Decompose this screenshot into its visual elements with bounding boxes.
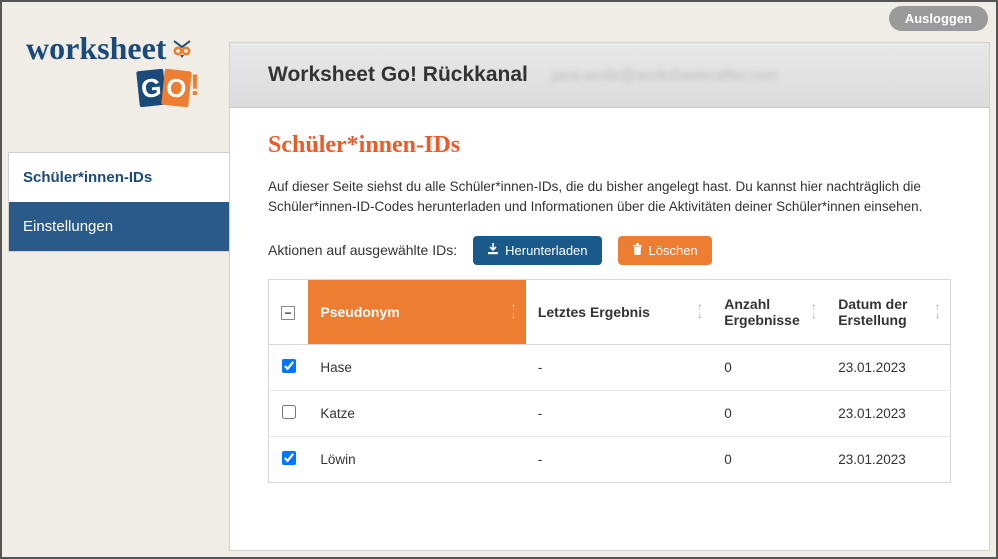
sidebar-item-student-ids[interactable]: Schüler*innen-IDs (9, 153, 229, 202)
row-checkbox[interactable] (282, 405, 296, 419)
logo-exclamation: ! (190, 69, 200, 103)
sidebar-item-settings[interactable]: Einstellungen (9, 202, 229, 251)
header-checkbox-cell: − (269, 279, 309, 344)
select-all-checkbox[interactable]: − (281, 306, 295, 320)
download-icon (487, 243, 499, 258)
logo-go-badge: G O ! (138, 65, 200, 111)
sort-icon: ↑↓ (811, 304, 816, 320)
column-label: Anzahl Ergebnisse (724, 296, 799, 328)
cell-pseudonym: Löwin (308, 436, 525, 482)
students-table: − Pseudonym ↑↓ Letztes Ergebnis ↑↓ Anzah… (268, 279, 951, 483)
download-button[interactable]: Herunterladen (473, 236, 601, 265)
column-label: Datum der Erstellung (838, 296, 907, 328)
cell-created: 23.01.2023 (826, 344, 950, 390)
column-result-count[interactable]: Anzahl Ergebnisse ↑↓ (712, 279, 826, 344)
cell-created: 23.01.2023 (826, 436, 950, 482)
logout-button[interactable]: Ausloggen (889, 6, 988, 31)
cell-last-result: - (526, 436, 712, 482)
logo-word: worksheet (26, 30, 166, 67)
cell-pseudonym: Katze (308, 390, 525, 436)
cell-result-count: 0 (712, 390, 826, 436)
cell-last-result: - (526, 344, 712, 390)
actions-row: Aktionen auf ausgewählte IDs: Herunterla… (268, 236, 951, 265)
sidebar: Schüler*innen-IDs Einstellungen (8, 152, 230, 252)
row-checkbox[interactable] (282, 451, 296, 465)
row-checkbox-cell (269, 344, 309, 390)
delete-button[interactable]: Löschen (618, 236, 712, 265)
owl-icon (168, 32, 196, 54)
cell-result-count: 0 (712, 344, 826, 390)
column-last-result[interactable]: Letztes Ergebnis ↑↓ (526, 279, 712, 344)
row-checkbox-cell (269, 436, 309, 482)
column-pseudonym[interactable]: Pseudonym ↑↓ (308, 279, 525, 344)
sidebar-item-label: Einstellungen (23, 218, 113, 235)
table-row: Hase-023.01.2023 (269, 344, 951, 390)
content-area: Schüler*innen-IDs Auf dieser Seite siehs… (230, 108, 989, 503)
sidebar-item-label: Schüler*innen-IDs (23, 169, 152, 186)
page-title: Schüler*innen-IDs (268, 132, 951, 159)
cell-created: 23.01.2023 (826, 390, 950, 436)
download-label: Herunterladen (505, 243, 587, 258)
cell-last-result: - (526, 390, 712, 436)
column-created[interactable]: Datum der Erstellung ↑↓ (826, 279, 950, 344)
row-checkbox[interactable] (282, 359, 296, 373)
header-title: Worksheet Go! Rückkanal (268, 63, 528, 87)
logo-o: O (161, 69, 191, 108)
sort-icon: ↑↓ (935, 304, 940, 320)
row-checkbox-cell (269, 390, 309, 436)
main-panel: Worksheet Go! Rückkanal jana.wode@worksh… (229, 42, 990, 551)
header-email: jana.wode@worksheetcrafter.com (552, 67, 778, 84)
table-row: Löwin-023.01.2023 (269, 436, 951, 482)
sort-icon: ↑↓ (697, 304, 702, 320)
cell-result-count: 0 (712, 436, 826, 482)
trash-icon (632, 243, 643, 258)
logo: worksheet G O ! (26, 30, 211, 111)
header-bar: Worksheet Go! Rückkanal jana.wode@worksh… (230, 43, 989, 108)
sort-icon: ↑↓ (511, 304, 516, 320)
actions-label: Aktionen auf ausgewählte IDs: (268, 242, 457, 258)
table-row: Katze-023.01.2023 (269, 390, 951, 436)
column-label: Pseudonym (320, 304, 399, 320)
page-description: Auf dieser Seite siehst du alle Schüler*… (268, 177, 951, 218)
delete-label: Löschen (649, 243, 698, 258)
column-label: Letztes Ergebnis (538, 304, 650, 320)
cell-pseudonym: Hase (308, 344, 525, 390)
